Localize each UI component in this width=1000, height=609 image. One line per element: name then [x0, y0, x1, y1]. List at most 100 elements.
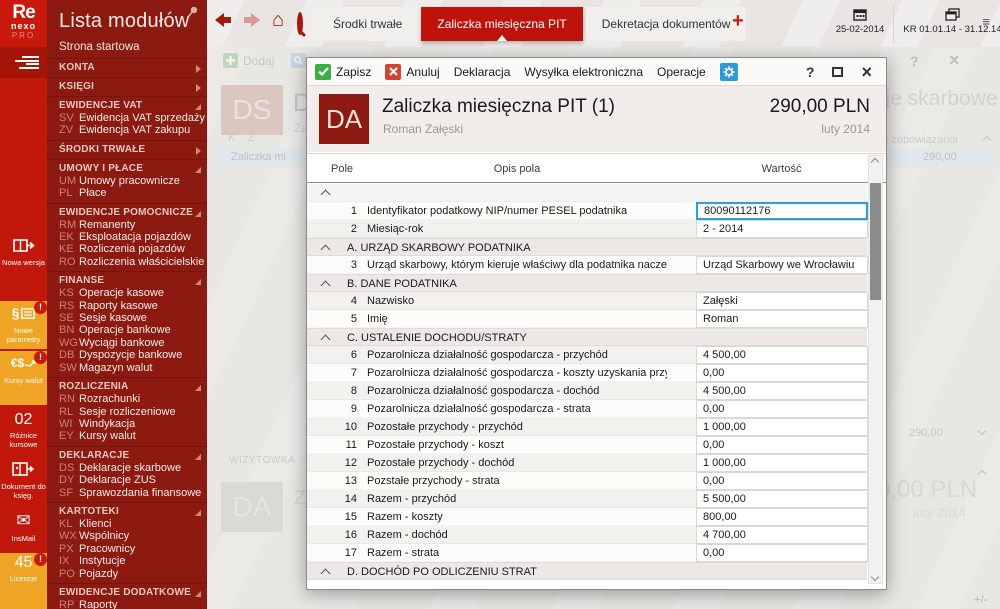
sidebar-item-se[interactable]: SESesje kasowe [47, 312, 207, 324]
module-code: RO [59, 256, 79, 268]
maximize-button[interactable] [832, 67, 843, 77]
help-button[interactable]: ? [806, 65, 815, 79]
section-collapse-icon[interactable] [321, 569, 331, 579]
sidebar-item-bn[interactable]: BNOperacje bankowe [47, 324, 207, 336]
sidebar-section-1[interactable]: KSIĘGI [47, 77, 207, 93]
app-logo: Re nexo PRO [0, 0, 47, 47]
field-value-7[interactable]: 0,00 [696, 364, 868, 382]
sidebar-section-8[interactable]: DEKLARACJE [47, 446, 207, 462]
field-value-14[interactable]: 5 500,00 [696, 490, 868, 508]
collapse-chevron-icon[interactable] [321, 190, 331, 200]
sidebar-item-kl[interactable]: KLKlienci [47, 518, 207, 530]
field-value-11[interactable]: 0,00 [696, 436, 868, 454]
sidebar-item-ke[interactable]: KERozliczenia pojazdów [47, 243, 207, 255]
sidebar-section-6[interactable]: FINANSE [47, 271, 207, 287]
rail-item-kursy-walut[interactable]: €$Kursy walut! [0, 351, 47, 405]
sidebar-item-wi[interactable]: WIWindykacja [47, 418, 207, 430]
sidebar-section-7[interactable]: ROZLICZENIA [47, 377, 207, 393]
sidebar-item-sw[interactable]: SWMagazyn walut [47, 362, 207, 374]
field-value-2[interactable]: 2 - 2014 [696, 220, 868, 238]
field-value-10[interactable]: 1 000,00 [696, 418, 868, 436]
field-value-8[interactable]: 4 500,00 [696, 382, 868, 400]
sidebar-item-ey[interactable]: EYKursy walut [47, 430, 207, 442]
sidebar-item-pl[interactable]: PLPłace [47, 187, 207, 199]
tab-2[interactable]: Dekretacja dokumentów [586, 7, 747, 41]
sidebar-item-zv[interactable]: ZVEwidencja VAT zakupu [47, 124, 207, 136]
operations-menu-button[interactable]: Operacje [657, 65, 706, 79]
electronic-dispatch-button[interactable]: Wysyłka elektroniczna [524, 65, 643, 79]
sidebar-item-home[interactable]: Strona startowa [47, 39, 207, 55]
sidebar-item-ks[interactable]: KSOperacje kasowe [47, 287, 207, 299]
scrollbar-thumb[interactable] [870, 183, 881, 300]
field-value-12[interactable]: 1 000,00 [696, 454, 868, 472]
sidebar-item-ix[interactable]: IXInstytucje [47, 555, 207, 567]
field-value-15[interactable]: 800,00 [696, 508, 868, 526]
field-row-5: 5ImięRoman [307, 310, 867, 328]
sidebar-item-po[interactable]: POPojazdy [47, 568, 207, 580]
sidebar-section-5[interactable]: EWIDENCJE POMOCNICZE [47, 203, 207, 219]
rail-item-insmail[interactable]: ✉InsMail [0, 509, 47, 547]
work-date-label: 25-02-2014 [827, 24, 893, 35]
field-value-3[interactable]: Urząd Skarbowy we Wrocławiu [696, 256, 868, 274]
sidebar-item-rl[interactable]: RLSesje rozliczeniowe [47, 406, 207, 418]
forward-button[interactable] [244, 13, 260, 27]
rail-item-roznice-kursowe[interactable]: 02Różnice kursowe [0, 410, 47, 458]
field-value-6[interactable]: 4 500,00 [696, 346, 868, 364]
sidebar-item-db[interactable]: DBDyspozycje bankowe [47, 349, 207, 361]
modules-menu-button[interactable] [0, 47, 47, 78]
sidebar-section-9[interactable]: KARTOTEKI [47, 502, 207, 518]
sidebar-item-dy[interactable]: DYDeklaracje ZUS [47, 474, 207, 486]
section-collapse-icon[interactable] [321, 245, 331, 255]
sidebar-item-um[interactable]: UMUmowy pracownicze [47, 175, 207, 187]
sidebar-item-wg[interactable]: WGWyciągi bankowe [47, 337, 207, 349]
sidebar-item-rp[interactable]: RPRaporty [47, 599, 207, 609]
rail-item-licencje[interactable]: 45Licencje! [0, 553, 47, 609]
field-value-input[interactable]: 80090112176 [696, 202, 868, 220]
sidebar-item-wx[interactable]: WXWspólnicy [47, 530, 207, 542]
field-value-4[interactable]: Załęski [696, 292, 868, 310]
field-description: Pozostałe przychody - dochód [367, 457, 667, 469]
sidebar-item-sf[interactable]: SFSprawozdania finansowe [47, 487, 207, 499]
sidebar-item-ro[interactable]: RORozliczenia właścicielskie [47, 256, 207, 268]
sidebar-section-0[interactable]: KONTA [47, 58, 207, 74]
sidebar-item-sv[interactable]: SVEwidencja VAT sprzedaży [47, 112, 207, 124]
pit-advance-dialog: Zapisz Anuluj Deklaracja Wysyłka elektro… [306, 57, 887, 590]
sidebar-section-4[interactable]: UMOWY I PŁACE [47, 159, 207, 175]
search-button[interactable] [297, 15, 303, 33]
field-number: 2 [307, 223, 357, 235]
sidebar-section-2[interactable]: EWIDENCJE VAT [47, 96, 207, 112]
field-value-17[interactable]: 0,00 [696, 544, 868, 562]
close-button[interactable]: × [861, 65, 872, 79]
tab-1[interactable]: Zaliczka miesięczna PIT [421, 7, 582, 41]
field-value-13[interactable]: 0,00 [696, 472, 868, 490]
rail-item-dokument-do-ksieg[interactable]: Dokument do księg. [0, 457, 47, 507]
section-collapse-icon[interactable] [321, 281, 331, 291]
field-value-16[interactable]: 4 700,00 [696, 526, 868, 544]
rail-item-nowe-parametry[interactable]: §Nowe parametry! [0, 301, 47, 349]
rail-item-nowa-wersja[interactable]: Nowa wersja [0, 233, 47, 291]
sidebar-item-rm[interactable]: RMRemanenty [47, 219, 207, 231]
sidebar-item-ek[interactable]: EKEksploatacja pojazdów [47, 231, 207, 243]
field-value-5[interactable]: Roman [696, 310, 868, 328]
sidebar-item-rs[interactable]: RSRaporty kasowe [47, 300, 207, 312]
sidebar-item-rn[interactable]: RNRozrachunki [47, 393, 207, 405]
sidebar-item-ds[interactable]: DSDeklaracje skarbowe [47, 462, 207, 474]
field-value-9[interactable]: 0,00 [696, 400, 868, 418]
add-tab-button[interactable]: + [732, 12, 744, 30]
sidebar-item-px[interactable]: PXPracownicy [47, 543, 207, 555]
table-scrollbar[interactable] [868, 155, 883, 584]
sidebar-section-label: FINANSE [59, 275, 104, 286]
settings-button[interactable] [720, 63, 743, 81]
section-collapse-icon[interactable] [321, 335, 331, 345]
sidebar-section-10[interactable]: EWIDENCJE DODATKOWE [47, 583, 207, 599]
declaration-menu-button[interactable]: Deklaracja [454, 65, 511, 79]
pin-icon[interactable] [187, 6, 199, 18]
work-date-button[interactable]: 25-02-2014 [827, 4, 893, 44]
back-button[interactable] [215, 13, 231, 27]
overflow-menu-button[interactable]: ≡ [982, 14, 990, 29]
sidebar-section-3[interactable]: ŚRODKI TRWAŁE [47, 140, 207, 156]
tab-0[interactable]: Środki trwałe [317, 7, 418, 41]
cancel-button[interactable]: Anuluj [385, 64, 439, 80]
home-button[interactable]: ⌂ [272, 11, 284, 29]
save-button[interactable]: Zapisz [315, 64, 371, 80]
